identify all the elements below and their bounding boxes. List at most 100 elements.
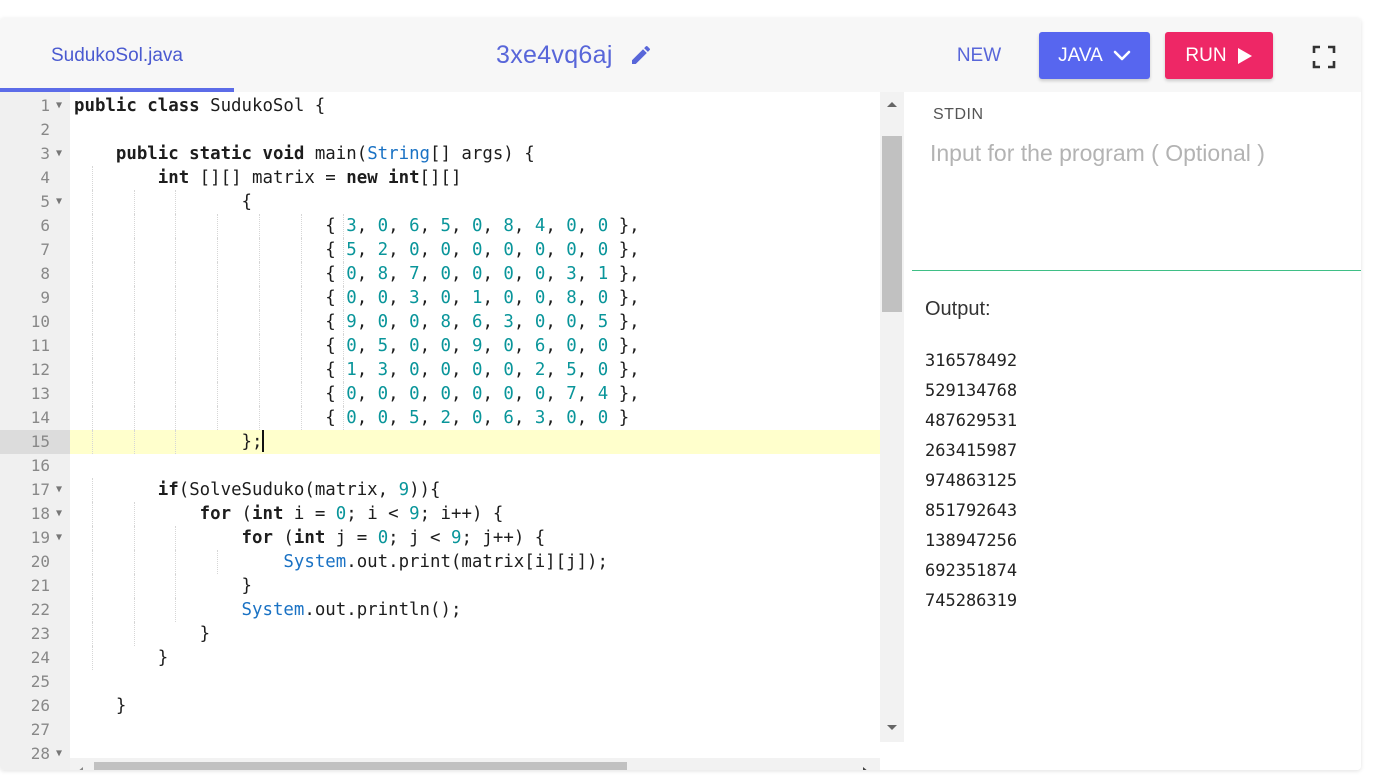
fold-toggle-icon[interactable]: ▼ [52, 742, 66, 766]
scroll-left-arrow-icon[interactable] [74, 765, 86, 770]
scroll-down-arrow-icon[interactable] [884, 722, 900, 734]
output-line: 529134768 [925, 381, 1018, 401]
scroll-right-arrow-icon[interactable] [860, 765, 872, 770]
code-line[interactable]: 8 { 0, 8, 7, 0, 0, 0, 0, 3, 1 }, [0, 262, 880, 286]
fullscreen-icon[interactable] [1312, 45, 1336, 69]
code-text: { 0, 5, 0, 0, 9, 0, 6, 0, 0 }, [74, 336, 640, 356]
line-number: 13 [30, 384, 50, 403]
panel-divider [912, 270, 1361, 271]
code-line[interactable]: 20 System.out.print(matrix[i][j]); [0, 550, 880, 574]
code-text: { 3, 0, 6, 5, 0, 8, 4, 0, 0 }, [74, 216, 640, 236]
line-number: 5 [40, 192, 50, 211]
top-bar: SudukoSol.java 3xe4vq6aj NEW JAVA RUN [0, 18, 1361, 92]
code-text: { 0, 8, 7, 0, 0, 0, 0, 3, 1 }, [74, 264, 640, 284]
code-line[interactable]: 25 [0, 670, 880, 694]
fold-toggle-icon[interactable]: ▼ [52, 526, 66, 550]
line-number: 25 [30, 672, 50, 691]
horizontal-scrollbar[interactable] [70, 758, 880, 770]
code-line[interactable]: 7 { 5, 2, 0, 0, 0, 0, 0, 0, 0 }, [0, 238, 880, 262]
scroll-up-arrow-icon[interactable] [884, 98, 900, 110]
snippet-title: 3xe4vq6aj [496, 40, 613, 69]
output-line: 263415987 [925, 441, 1018, 461]
output-line: 487629531 [925, 411, 1018, 431]
line-number: 4 [40, 168, 50, 187]
stdin-input[interactable] [930, 140, 1350, 260]
language-dropdown[interactable]: JAVA [1039, 32, 1150, 79]
output-line: 316578492 [925, 351, 1018, 371]
line-number: 27 [30, 720, 50, 739]
code-text: } [74, 696, 127, 716]
code-text: { 0, 0, 3, 0, 1, 0, 0, 8, 0 }, [74, 288, 640, 308]
output-label: Output: [925, 298, 991, 320]
code-line[interactable]: 2 [0, 118, 880, 142]
code-line[interactable]: 22 System.out.println(); [0, 598, 880, 622]
code-line[interactable]: 26 } [0, 694, 880, 718]
code-text: } [74, 648, 169, 668]
code-line[interactable]: 11 { 0, 5, 0, 0, 9, 0, 6, 0, 0 }, [0, 334, 880, 358]
line-number: 24 [30, 648, 50, 667]
output-line: 745286319 [925, 591, 1018, 611]
code-text: int [][] matrix = new int[][] [157, 168, 462, 188]
line-number: 20 [30, 552, 50, 571]
line-number: 1 [40, 96, 50, 115]
code-line[interactable]: 18 ▼ for (int i = 0; i < 9; i++) { [0, 502, 880, 526]
code-line[interactable]: 14 { 0, 0, 5, 2, 0, 6, 3, 0, 0 } [0, 406, 880, 430]
code-text: }; [74, 430, 265, 452]
vertical-scrollbar[interactable] [880, 92, 904, 742]
code-line[interactable]: 9 { 0, 0, 3, 0, 1, 0, 0, 8, 0 }, [0, 286, 880, 310]
pencil-icon[interactable] [629, 43, 653, 67]
horizontal-scrollbar-thumb[interactable] [94, 762, 627, 770]
code-line[interactable]: 5 ▼ { [0, 190, 880, 214]
line-number: 2 [40, 120, 50, 139]
code-text: System.out.println(); [241, 600, 462, 620]
code-text: { 9, 0, 0, 8, 6, 3, 0, 0, 5 }, [74, 312, 640, 332]
code-text: System.out.print(matrix[i][j]); [283, 552, 608, 572]
output-line: 138947256 [925, 531, 1018, 551]
code-line[interactable]: 1 ▼ public class SudukoSol { [0, 94, 880, 118]
line-number: 15 [30, 432, 50, 451]
code-lines[interactable]: 1 ▼ public class SudukoSol {2 3 ▼ public sta… [0, 92, 880, 763]
run-button-label: RUN [1185, 44, 1227, 66]
line-number: 17 [30, 480, 50, 499]
code-line[interactable]: 3 ▼ public static void main(String[] args… [0, 142, 880, 166]
file-tab[interactable]: SudukoSol.java [0, 18, 234, 92]
code-line[interactable]: 19 ▼ for (int j = 0; j < 9; j++) { [0, 526, 880, 550]
code-line[interactable]: 16 [0, 454, 880, 478]
line-number: 11 [30, 336, 50, 355]
fold-toggle-icon[interactable]: ▼ [52, 142, 66, 166]
code-line[interactable]: 4 int [][] matrix = new int[][] [0, 166, 880, 190]
line-number: 21 [30, 576, 50, 595]
language-label: JAVA [1058, 44, 1103, 66]
code-line[interactable]: 15 }; [0, 430, 880, 454]
code-text: public class SudukoSol { [74, 96, 326, 116]
code-line[interactable]: 6 { 3, 0, 6, 5, 0, 8, 4, 0, 0 }, [0, 214, 880, 238]
line-number: 18 [30, 504, 50, 523]
code-line[interactable]: 24 } [0, 646, 880, 670]
code-text: { 1, 3, 0, 0, 0, 0, 2, 5, 0 }, [74, 360, 640, 380]
code-line[interactable]: 13 { 0, 0, 0, 0, 0, 0, 0, 7, 4 }, [0, 382, 880, 406]
code-line[interactable]: 12 { 1, 3, 0, 0, 0, 0, 2, 5, 0 }, [0, 358, 880, 382]
code-line[interactable]: 21 } [0, 574, 880, 598]
code-text: { [74, 192, 252, 212]
vertical-scrollbar-thumb[interactable] [882, 136, 902, 312]
line-number: 19 [30, 528, 50, 547]
code-line[interactable]: 23 } [0, 622, 880, 646]
code-text: { 0, 0, 0, 0, 0, 0, 0, 7, 4 }, [74, 384, 640, 404]
code-line[interactable]: 27 [0, 718, 880, 742]
fold-toggle-icon[interactable]: ▼ [52, 94, 66, 118]
fold-toggle-icon[interactable]: ▼ [52, 478, 66, 502]
code-editor[interactable]: 1 ▼ public class SudukoSol {2 3 ▼ public sta… [0, 92, 904, 770]
io-panel: STDIN Output: 316578492 529134768 48762953… [912, 92, 1361, 770]
run-button[interactable]: RUN [1165, 32, 1273, 79]
code-text: public static void main(String[] args) { [115, 144, 535, 164]
new-button[interactable]: NEW [950, 40, 1008, 72]
code-text: { 0, 0, 5, 2, 0, 6, 3, 0, 0 } [74, 408, 630, 428]
code-line[interactable]: 10 { 9, 0, 0, 8, 6, 3, 0, 0, 5 }, [0, 310, 880, 334]
line-number: 22 [30, 600, 50, 619]
code-text: for (int j = 0; j < 9; j++) { [241, 528, 546, 548]
fold-toggle-icon[interactable]: ▼ [52, 502, 66, 526]
line-number: 23 [30, 624, 50, 643]
fold-toggle-icon[interactable]: ▼ [52, 190, 66, 214]
line-number: 14 [30, 408, 50, 427]
code-line[interactable]: 17 ▼ if(SolveSuduko(matrix, 9)){ [0, 478, 880, 502]
